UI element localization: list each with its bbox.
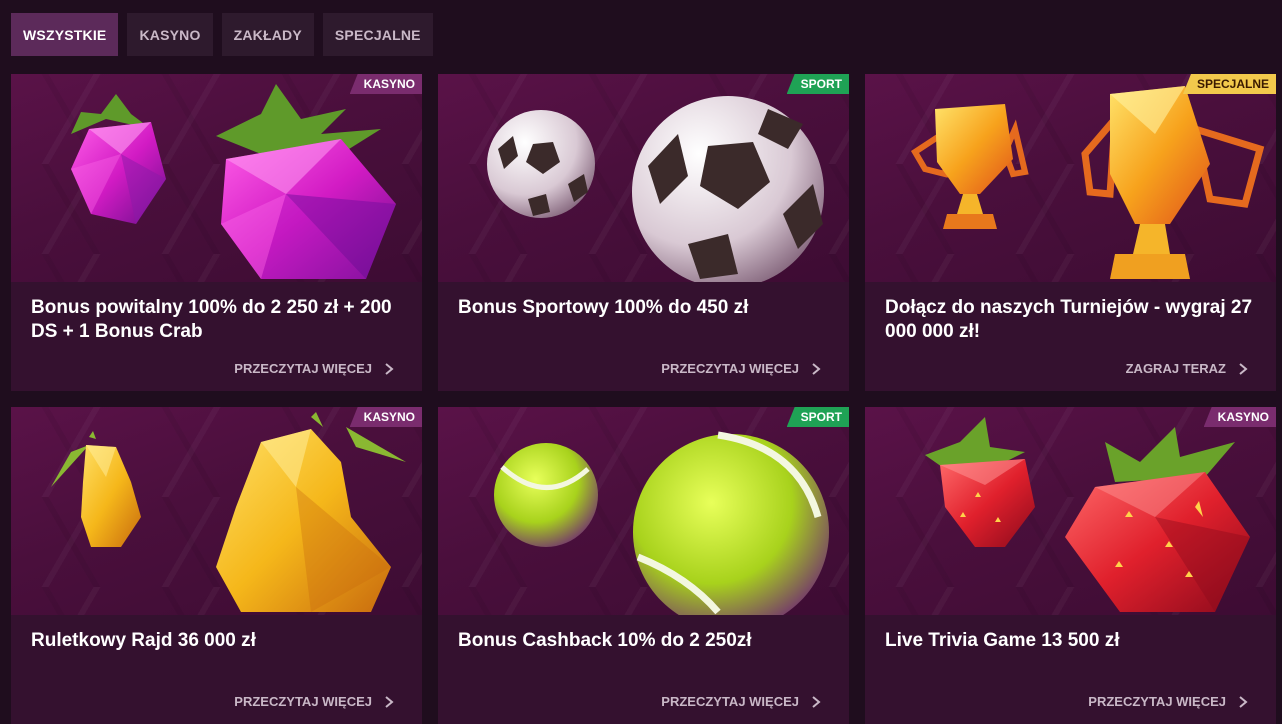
- chevron-right-icon: [812, 695, 821, 708]
- read-more-link[interactable]: PRZECZYTAJ WIĘCEJ: [1088, 694, 1250, 709]
- promo-card[interactable]: SPORT Bonus Sportowy 100% do 450 zł PRZE…: [438, 74, 849, 391]
- chevron-right-icon: [1239, 695, 1248, 708]
- strawberry-icon: [925, 417, 1250, 612]
- tab-specjalne[interactable]: SPECJALNE: [322, 13, 433, 56]
- category-badge: KASYNO: [1203, 407, 1276, 427]
- promo-image: KASYNO: [11, 407, 422, 615]
- promo-card[interactable]: KASYNO Bonus powitalny 100% do 2 250 zł …: [11, 74, 422, 391]
- filter-tabs: WSZYSTKIE KASYNO ZAKŁADY SPECJALNE: [11, 13, 433, 56]
- promo-card[interactable]: SPORT Bonus Cashback 10% do 2 250zł PRZE…: [438, 407, 849, 724]
- read-more-label: PRZECZYTAJ WIĘCEJ: [661, 361, 799, 376]
- promo-card[interactable]: KASYNO Live Trivia Game 13 500 zł PRZECZ…: [865, 407, 1276, 724]
- promo-title: Bonus powitalny 100% do 2 250 zł + 200 D…: [31, 297, 392, 342]
- read-more-link[interactable]: PRZECZYTAJ WIĘCEJ: [234, 694, 396, 709]
- play-now-label: ZAGRAJ TERAZ: [1125, 361, 1226, 376]
- promo-image: SPECJALNE: [865, 74, 1276, 282]
- promo-title: Ruletkowy Rajd 36 000 zł: [31, 630, 256, 651]
- pear-icon: [51, 412, 406, 612]
- read-more-label: PRZECZYTAJ WIĘCEJ: [661, 694, 799, 709]
- read-more-label: PRZECZYTAJ WIĘCEJ: [1088, 694, 1226, 709]
- promo-image: KASYNO: [865, 407, 1276, 615]
- promo-title: Bonus Cashback 10% do 2 250zł: [458, 630, 752, 651]
- tab-kasyno[interactable]: KASYNO: [127, 13, 213, 56]
- play-now-link[interactable]: ZAGRAJ TERAZ: [1126, 361, 1250, 376]
- promo-card[interactable]: KASYNO Ruletkowy Rajd 36 000 zł PRZECZYT…: [11, 407, 422, 724]
- chevron-right-icon: [385, 695, 394, 708]
- read-more-link[interactable]: PRZECZYTAJ WIĘCEJ: [661, 361, 823, 376]
- category-badge: KASYNO: [349, 74, 422, 94]
- promo-card[interactable]: SPECJALNE Dołącz do naszych Turniejów - …: [865, 74, 1276, 391]
- read-more-label: PRZECZYTAJ WIĘCEJ: [234, 361, 372, 376]
- category-badge: KASYNO: [349, 407, 422, 427]
- promo-image: KASYNO: [11, 74, 422, 282]
- promo-title: Bonus Sportowy 100% do 450 zł: [458, 297, 749, 318]
- promo-image: SPORT: [438, 74, 849, 282]
- promo-image: SPORT: [438, 407, 849, 615]
- read-more-link[interactable]: PRZECZYTAJ WIĘCEJ: [234, 361, 396, 376]
- tab-zaklady[interactable]: ZAKŁADY: [221, 13, 314, 56]
- chevron-right-icon: [1239, 362, 1248, 375]
- read-more-label: PRZECZYTAJ WIĘCEJ: [234, 694, 372, 709]
- raspberry-icon: [71, 84, 396, 279]
- tab-wszystkie[interactable]: WSZYSTKIE: [11, 13, 119, 56]
- chevron-right-icon: [385, 362, 394, 375]
- tennis-ball-icon: [494, 431, 829, 615]
- trophy-icon: [910, 86, 1265, 279]
- chevron-right-icon: [812, 362, 821, 375]
- category-badge: SPORT: [786, 74, 849, 94]
- promo-title: Dołącz do naszych Turniejów - wygraj 27 …: [885, 297, 1253, 342]
- read-more-link[interactable]: PRZECZYTAJ WIĘCEJ: [661, 694, 823, 709]
- category-badge: SPORT: [786, 407, 849, 427]
- promotions-grid: KASYNO Bonus powitalny 100% do 2 250 zł …: [11, 74, 1276, 724]
- soccer-ball-icon: [487, 96, 824, 282]
- promo-title: Live Trivia Game 13 500 zł: [885, 630, 1120, 651]
- category-badge: SPECJALNE: [1182, 74, 1276, 94]
